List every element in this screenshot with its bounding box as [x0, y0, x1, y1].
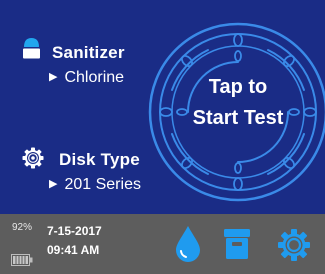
disk-type-value-text: 201 Series [64, 176, 141, 193]
sanitizer-value: ▶ Chlorine [49, 69, 124, 87]
battery-percent: 92% [12, 222, 33, 233]
arrow-right-icon: ▶ [49, 71, 58, 83]
sanitizer-title: Sanitizer [52, 43, 125, 62]
status-bar: 92% 7-15-2017 09:41 AM [0, 214, 325, 274]
time-display: 09:41 AM [47, 243, 100, 257]
date-display: 7-15-2017 [47, 224, 102, 238]
arrow-right-icon: ▶ [49, 178, 58, 190]
start-test-line2: Start Test [192, 107, 284, 129]
sanitizer-value-text: Chlorine [64, 69, 125, 86]
water-drop-icon[interactable] [174, 225, 202, 263]
gear-settings-icon[interactable] [277, 228, 311, 262]
sanitizer-bottle-icon [23, 38, 40, 59]
main-panel: Sanitizer ▶ Chlorine Disk Type ▶ 201 Ser… [0, 0, 325, 214]
device-screen: Sanitizer ▶ Chlorine Disk Type ▶ 201 Ser… [0, 0, 325, 274]
disk-type-value: ▶ 201 Series [49, 176, 141, 194]
start-test-line1: Tap to [208, 76, 268, 98]
storage-box-icon[interactable] [223, 228, 251, 260]
disk-gear-icon [22, 147, 44, 169]
start-test-button[interactable]: Tap to Start Test [148, 22, 325, 202]
disk-type-title: Disk Type [59, 150, 140, 169]
battery-icon [11, 254, 33, 266]
